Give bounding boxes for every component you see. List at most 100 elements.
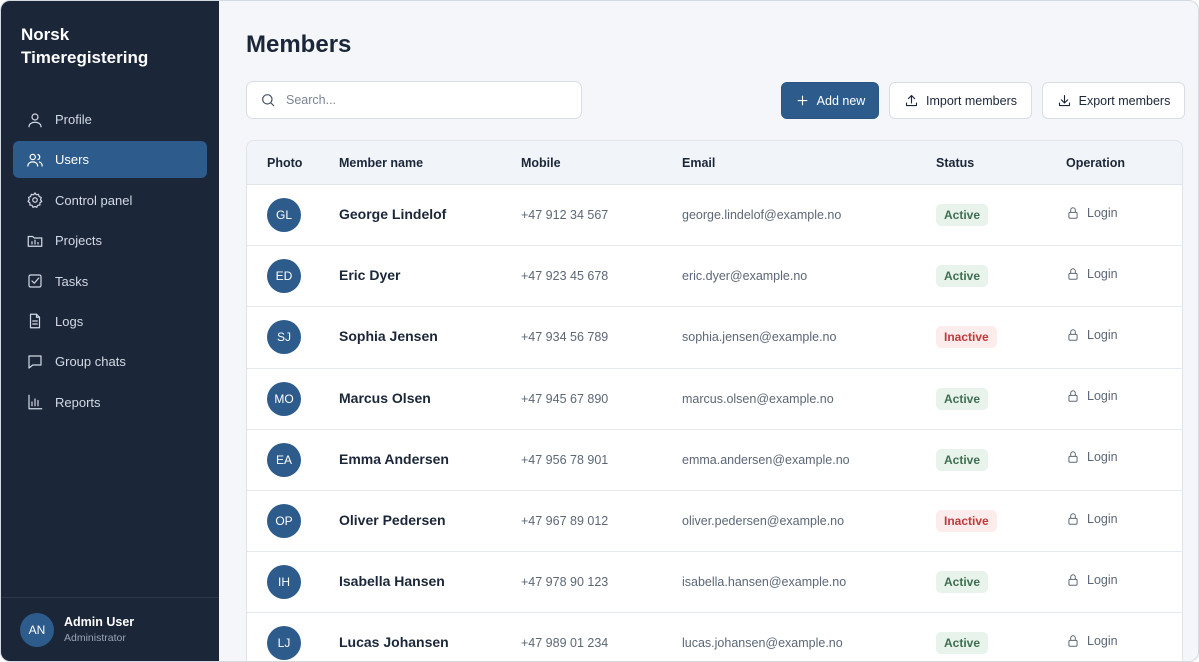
member-mobile: +47 967 89 012 — [521, 514, 609, 529]
member-name: Oliver Pedersen — [339, 512, 446, 529]
export-members-button[interactable]: Export members — [1042, 82, 1185, 119]
table-row: IH Isabella Hansen +47 978 90 123 isabel… — [247, 552, 1182, 614]
member-name: Eric Dyer — [339, 267, 401, 284]
column-header-photo: Photo — [267, 155, 303, 170]
status-badge: Active — [936, 265, 989, 288]
member-name: George Lindelof — [339, 206, 447, 223]
lock-icon — [1068, 268, 1078, 280]
login-button[interactable]: Login — [1066, 634, 1118, 648]
lock-icon — [1068, 329, 1078, 341]
sidebar-item-control-panel[interactable]: Control panel — [13, 182, 207, 219]
sidebar-item-reports[interactable]: Reports — [13, 384, 207, 421]
search-icon — [262, 94, 275, 107]
login-button[interactable]: Login — [1066, 450, 1118, 464]
sidebar-item-projects[interactable]: Projects — [13, 222, 207, 259]
sidebar-item-label: Logs — [55, 313, 84, 329]
search-box[interactable] — [246, 81, 582, 119]
search-input[interactable] — [286, 93, 566, 107]
download-icon — [1058, 94, 1070, 107]
sidebar-item-label: Tasks — [55, 273, 89, 289]
status-badge: Inactive — [936, 510, 997, 533]
current-user[interactable]: AN Admin User Administrator — [1, 597, 219, 661]
member-mobile: +47 923 45 678 — [521, 269, 609, 284]
user-name: Admin User — [64, 615, 135, 629]
plus-icon — [797, 95, 808, 106]
status-badge: Active — [936, 387, 989, 410]
member-mobile: +47 945 67 890 — [521, 391, 609, 406]
import-members-label: Import members — [926, 93, 1017, 108]
member-email: lucas.johansen@example.no — [682, 636, 843, 651]
import-members-button[interactable]: Import members — [889, 82, 1032, 119]
avatar: IH — [267, 565, 301, 600]
table-row: ED Eric Dyer +47 923 45 678 eric.dyer@ex… — [247, 246, 1182, 308]
column-header-name: Member name — [339, 155, 424, 170]
app-window: Norsk Timeregistering Profile Users Cont… — [0, 0, 1199, 662]
export-members-label: Export members — [1078, 93, 1171, 108]
table-header: Photo Member name Mobile Email Status Op… — [247, 141, 1182, 185]
avatar: OP — [267, 504, 301, 539]
member-email: oliver.pedersen@example.no — [682, 514, 845, 529]
users-icon — [26, 151, 44, 169]
avatar: MO — [267, 381, 301, 416]
sidebar-item-label: Profile — [55, 112, 92, 127]
column-header-mobile: Mobile — [521, 155, 561, 170]
sidebar-item-label: Group chats — [55, 354, 126, 370]
sidebar-item-logs[interactable]: Logs — [13, 303, 207, 340]
member-email: eric.dyer@example.no — [682, 269, 808, 284]
lock-icon — [1068, 206, 1078, 219]
avatar: EA — [267, 442, 301, 477]
login-label: Login — [1087, 633, 1118, 648]
table-row: EA Emma Andersen +47 956 78 901 emma.and… — [247, 430, 1182, 491]
lock-icon — [1068, 635, 1078, 647]
login-button[interactable]: Login — [1066, 328, 1118, 342]
member-mobile: +47 912 34 567 — [521, 208, 609, 223]
lock-icon — [1068, 573, 1078, 586]
login-button[interactable]: Login — [1066, 206, 1118, 220]
login-label: Login — [1087, 266, 1118, 281]
user-role: Administrator — [64, 632, 126, 644]
upload-icon — [905, 94, 918, 107]
login-label: Login — [1087, 511, 1118, 526]
sidebar-nav: Profile Users Control panel Projects Tas… — [1, 101, 219, 424]
member-name: Lucas Johansen — [339, 634, 449, 651]
login-button[interactable]: Login — [1066, 389, 1118, 403]
login-label: Login — [1087, 327, 1118, 342]
member-name: Sophia Jensen — [339, 328, 438, 345]
avatar: LJ — [267, 626, 301, 661]
column-header-operation: Operation — [1066, 155, 1126, 170]
sidebar-item-label: Control panel — [55, 192, 133, 208]
table-row: SJ Sophia Jensen +47 934 56 789 sophia.j… — [247, 307, 1182, 369]
login-button[interactable]: Login — [1066, 573, 1118, 587]
login-button[interactable]: Login — [1066, 512, 1118, 526]
table-row: OP Oliver Pedersen +47 967 89 012 oliver… — [247, 491, 1182, 553]
login-label: Login — [1087, 205, 1118, 220]
page-title: Members — [246, 31, 352, 58]
chat-icon — [26, 353, 44, 371]
add-new-button[interactable]: Add new — [781, 82, 879, 119]
login-label: Login — [1087, 572, 1118, 587]
sidebar-item-profile[interactable]: Profile — [13, 101, 207, 138]
lock-icon — [1068, 451, 1078, 464]
column-header-status: Status — [936, 155, 975, 170]
status-badge: Active — [936, 632, 989, 655]
member-name: Emma Andersen — [339, 450, 449, 467]
member-email: isabella.hansen@example.no — [682, 575, 847, 590]
members-table: Photo Member name Mobile Email Status Op… — [246, 140, 1183, 661]
member-email: george.lindelof@example.no — [682, 208, 842, 223]
folder-icon — [26, 232, 44, 250]
login-button[interactable]: Login — [1066, 267, 1118, 281]
document-icon — [26, 312, 44, 330]
member-mobile: +47 956 78 901 — [521, 452, 609, 467]
avatar: AN — [20, 612, 54, 647]
status-badge: Active — [936, 448, 989, 471]
sidebar-item-tasks[interactable]: Tasks — [13, 263, 207, 300]
table-row: LJ Lucas Johansen +47 989 01 234 lucas.j… — [247, 613, 1182, 661]
status-badge: Inactive — [936, 326, 997, 349]
sidebar: Norsk Timeregistering Profile Users Cont… — [1, 1, 219, 661]
avatar: GL — [267, 198, 301, 233]
sidebar-item-users[interactable]: Users — [13, 141, 207, 179]
member-email: emma.andersen@example.no — [682, 452, 850, 467]
gear-icon — [26, 191, 44, 209]
sidebar-item-label: Users — [55, 152, 89, 168]
sidebar-item-group-chats[interactable]: Group chats — [13, 343, 207, 380]
